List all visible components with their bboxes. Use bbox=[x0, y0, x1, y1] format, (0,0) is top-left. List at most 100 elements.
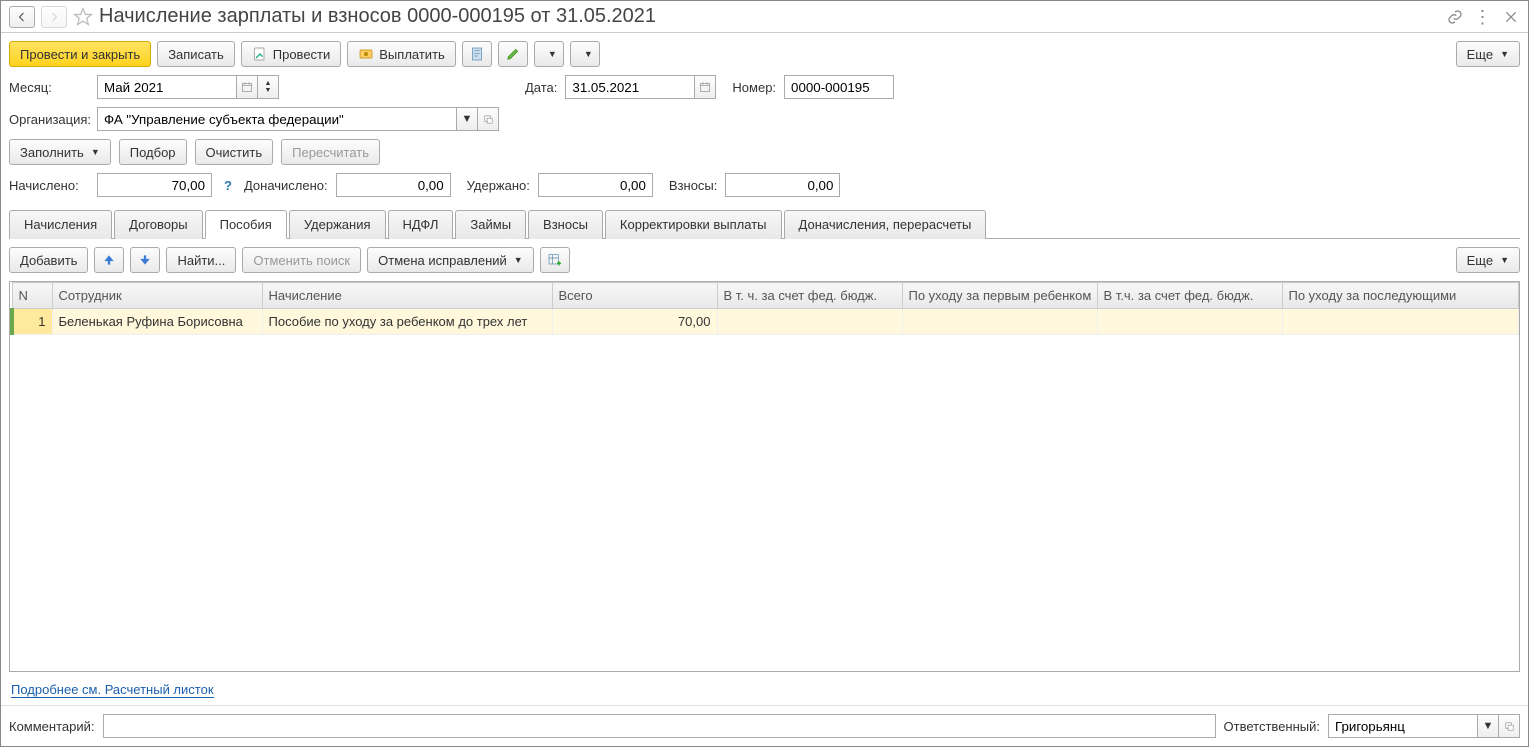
responsible-dropdown-button[interactable]: ▼ bbox=[1477, 714, 1499, 738]
open-icon bbox=[483, 114, 494, 125]
responsible-label: Ответственный: bbox=[1224, 719, 1320, 734]
pay-icon bbox=[358, 46, 374, 62]
pencil-icon bbox=[505, 46, 521, 62]
nav-back-button[interactable] bbox=[9, 6, 35, 28]
org-open-button[interactable] bbox=[477, 107, 499, 131]
calendar-icon bbox=[241, 81, 253, 93]
col-fed2[interactable]: В т.ч. за счет фед. бюдж. bbox=[1097, 283, 1282, 309]
withheld-field[interactable] bbox=[538, 173, 653, 197]
org-field[interactable] bbox=[97, 107, 457, 131]
find-button[interactable]: Найти... bbox=[166, 247, 236, 273]
benefits-grid: N Сотрудник Начисление Всего В т. ч. за … bbox=[9, 281, 1520, 672]
responsible-open-button[interactable] bbox=[1498, 714, 1520, 738]
sub-more-button[interactable]: Еще▼ bbox=[1456, 247, 1520, 273]
tab-accruals[interactable]: Начисления bbox=[9, 210, 112, 239]
recalc-button[interactable]: Пересчитать bbox=[281, 139, 380, 165]
withheld-label: Удержано: bbox=[467, 178, 530, 193]
cell-accrual: Пособие по уходу за ребенком до трех лет bbox=[262, 309, 552, 335]
favorite-star-icon[interactable] bbox=[73, 7, 93, 27]
cell-fed1 bbox=[717, 309, 902, 335]
open-icon bbox=[1504, 721, 1515, 732]
additional-field[interactable] bbox=[336, 173, 451, 197]
pick-button[interactable]: Подбор bbox=[119, 139, 187, 165]
sub-toolbar: Добавить Найти... Отменить поиск Отмена … bbox=[1, 239, 1528, 281]
col-fed1[interactable]: В т. ч. за счет фед. бюдж. bbox=[717, 283, 902, 309]
arrow-right-icon bbox=[48, 11, 60, 23]
tab-corrections[interactable]: Корректировки выплаты bbox=[605, 210, 782, 239]
month-label: Месяц: bbox=[9, 80, 89, 95]
show-details-button[interactable] bbox=[540, 247, 570, 273]
number-label: Номер: bbox=[732, 80, 776, 95]
report-icon bbox=[469, 46, 485, 62]
org-dropdown-button[interactable]: ▼ bbox=[456, 107, 478, 131]
cell-employee: Беленькая Руфина Борисовна bbox=[52, 309, 262, 335]
additional-label: Доначислено: bbox=[244, 178, 328, 193]
folder-button[interactable]: ▼ bbox=[570, 41, 600, 67]
report-button[interactable] bbox=[462, 41, 492, 67]
cancel-fix-button[interactable]: Отмена исправлений▼ bbox=[367, 247, 534, 273]
post-button[interactable]: Провести bbox=[241, 41, 342, 67]
col-employee[interactable]: Сотрудник bbox=[52, 283, 262, 309]
move-up-button[interactable] bbox=[94, 247, 124, 273]
save-button[interactable]: Записать bbox=[157, 41, 235, 67]
titlebar: Начисление зарплаты и взносов 0000-00019… bbox=[1, 1, 1528, 33]
col-next-children[interactable]: По уходу за последующими bbox=[1282, 283, 1519, 309]
move-down-button[interactable] bbox=[130, 247, 160, 273]
tab-ndfl[interactable]: НДФЛ bbox=[388, 210, 454, 239]
arrow-left-icon bbox=[16, 11, 28, 23]
contrib-field[interactable] bbox=[725, 173, 840, 197]
footer: Комментарий: Ответственный: ▼ bbox=[1, 705, 1528, 746]
contrib-label: Взносы: bbox=[669, 178, 718, 193]
post-and-close-button[interactable]: Провести и закрыть bbox=[9, 41, 151, 67]
pay-button[interactable]: Выплатить bbox=[347, 41, 456, 67]
date-label: Дата: bbox=[525, 80, 557, 95]
cell-total: 70,00 bbox=[552, 309, 717, 335]
fill-button[interactable]: Заполнить▼ bbox=[9, 139, 111, 165]
calendar-icon bbox=[699, 81, 711, 93]
cell-next bbox=[1282, 309, 1519, 335]
calendar-button[interactable] bbox=[236, 75, 258, 99]
page-title: Начисление зарплаты и взносов 0000-00019… bbox=[99, 5, 1440, 28]
arrow-down-icon bbox=[138, 253, 152, 267]
col-total[interactable]: Всего bbox=[552, 283, 717, 309]
tab-deductions[interactable]: Удержания bbox=[289, 210, 386, 239]
main-toolbar: Провести и закрыть Записать Провести Вып… bbox=[1, 33, 1528, 75]
edit-button[interactable] bbox=[498, 41, 528, 67]
close-icon[interactable] bbox=[1502, 8, 1520, 26]
arrow-up-icon bbox=[102, 253, 116, 267]
clear-button[interactable]: Очистить bbox=[195, 139, 274, 165]
grid-header-row: N Сотрудник Начисление Всего В т. ч. за … bbox=[12, 283, 1519, 309]
payslip-link[interactable]: Подробнее см. Расчетный листок bbox=[11, 682, 214, 698]
month-stepper[interactable]: ▲▼ bbox=[257, 75, 279, 99]
col-accrual[interactable]: Начисление bbox=[262, 283, 552, 309]
number-field[interactable] bbox=[784, 75, 894, 99]
table-row[interactable]: 1 Беленькая Руфина Борисовна Пособие по … bbox=[12, 309, 1519, 335]
date-calendar-button[interactable] bbox=[694, 75, 716, 99]
cell-first bbox=[902, 309, 1097, 335]
cell-fed2 bbox=[1097, 309, 1282, 335]
tab-contributions[interactable]: Взносы bbox=[528, 210, 603, 239]
tabs: Начисления Договоры Пособия Удержания НД… bbox=[9, 209, 1520, 239]
more-button[interactable]: Еще▼ bbox=[1456, 41, 1520, 67]
horizontal-scrollbar[interactable] bbox=[10, 655, 1519, 671]
cancel-search-button[interactable]: Отменить поиск bbox=[242, 247, 361, 273]
cell-n: 1 bbox=[12, 309, 52, 335]
accrued-field[interactable] bbox=[97, 173, 212, 197]
tab-contracts[interactable]: Договоры bbox=[114, 210, 202, 239]
help-icon[interactable]: ? bbox=[224, 178, 232, 193]
date-field[interactable] bbox=[565, 75, 695, 99]
link-icon[interactable] bbox=[1446, 8, 1464, 26]
attach-button[interactable]: ▼ bbox=[534, 41, 564, 67]
nav-forward-button[interactable] bbox=[41, 6, 67, 28]
post-icon bbox=[252, 46, 268, 62]
more-menu-icon[interactable]: ⋮ bbox=[1474, 8, 1492, 26]
tab-benefits[interactable]: Пособия bbox=[205, 210, 287, 239]
tab-additional[interactable]: Доначисления, перерасчеты bbox=[784, 210, 987, 239]
month-field[interactable] bbox=[97, 75, 237, 99]
tab-loans[interactable]: Займы bbox=[455, 210, 526, 239]
add-row-button[interactable]: Добавить bbox=[9, 247, 88, 273]
col-n[interactable]: N bbox=[12, 283, 52, 309]
col-first-child[interactable]: По уходу за первым ребенком bbox=[902, 283, 1097, 309]
responsible-field[interactable] bbox=[1328, 714, 1478, 738]
comment-field[interactable] bbox=[103, 714, 1216, 738]
